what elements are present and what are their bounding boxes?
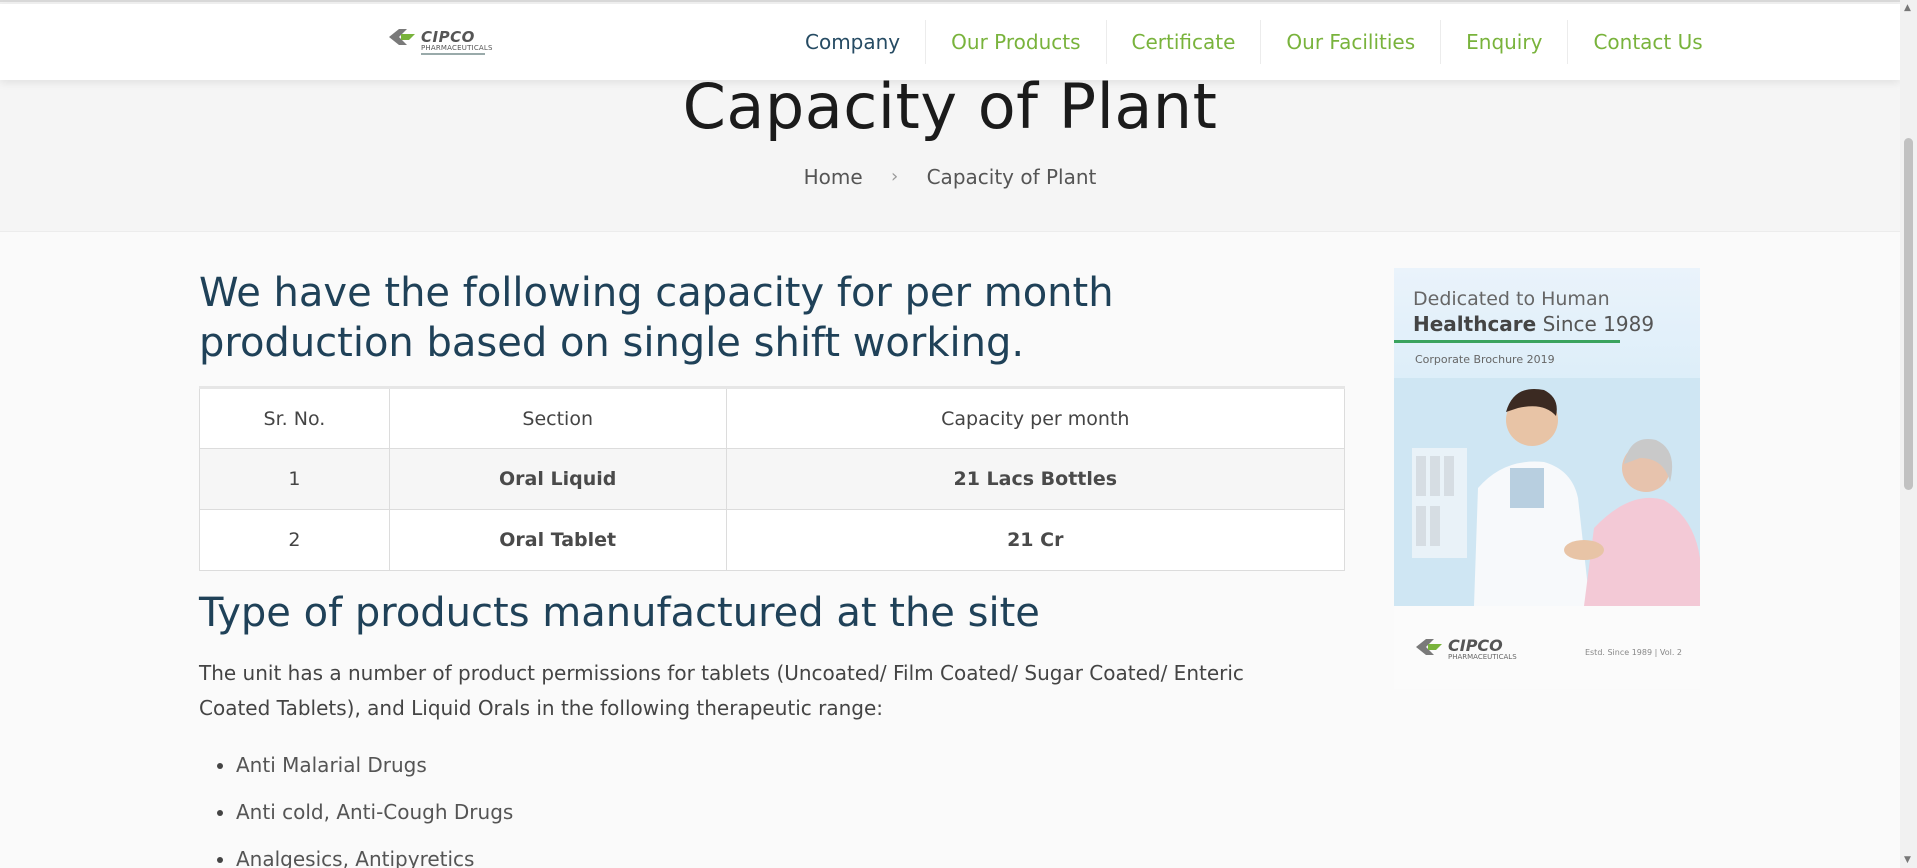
therapeutic-range-list: Anti Malarial Drugs Anti cold, Anti-Coug…	[236, 748, 1136, 868]
products-heading: Type of products manufactured at the sit…	[199, 590, 1040, 636]
brochure-footer: CIPCO PHARMACEUTICALS Estd. Since 1989 |…	[1394, 606, 1700, 689]
column-header-sr-no: Sr. No.	[199, 387, 390, 449]
breadcrumb-separator-icon: ›	[891, 166, 899, 187]
cell-capacity: 21 Cr	[725, 509, 1346, 571]
nav-our-facilities[interactable]: Our Facilities	[1260, 20, 1440, 64]
vertical-scrollbar[interactable]: ▲ ▼	[1900, 0, 1917, 868]
table-row: 2 Oral Tablet 21 Cr	[199, 509, 1346, 571]
cell-sr-no: 1	[199, 448, 390, 510]
brochure-logo: CIPCO PHARMACEUTICALS	[1414, 636, 1517, 662]
cell-sr-no: 2	[199, 509, 390, 571]
breadcrumb-current: Capacity of Plant	[926, 164, 1097, 189]
cipco-logo-icon	[1416, 639, 1442, 655]
brochure-headline-2: Healthcare Since 1989	[1413, 312, 1655, 336]
capacity-table: Sr. No. Section Capacity per month 1 Ora…	[199, 386, 1346, 571]
scrollbar-thumb[interactable]	[1904, 138, 1913, 490]
scroll-up-arrow-icon[interactable]: ▲	[1904, 3, 1911, 13]
brochure-headline-1: Dedicated to Human	[1413, 288, 1610, 310]
site-header: CIPCO PHARMACEUTICALS Company Our Produc…	[0, 4, 1900, 80]
list-item: Analgesics, Antipyretics	[236, 842, 1136, 868]
cell-section: Oral Liquid	[388, 448, 727, 510]
column-header-section: Section	[388, 387, 727, 449]
breadcrumb-home-link[interactable]: Home	[804, 165, 863, 189]
brochure-established: Estd. Since 1989 | Vol. 2	[1584, 648, 1682, 657]
cell-section: Oral Tablet	[388, 509, 727, 571]
capacity-intro-heading: We have the following capacity for per m…	[199, 270, 1114, 366]
brochure-cover: Dedicated to Human Healthcare Since 1989…	[1394, 268, 1700, 606]
breadcrumb: Home › Capacity of Plant	[0, 163, 1900, 189]
page: Capacity of Plant Home › Capacity of Pla…	[0, 0, 1900, 868]
column-header-capacity: Capacity per month	[725, 387, 1346, 449]
brochure-rule	[1394, 340, 1620, 343]
logo-tagline-bar	[421, 53, 485, 55]
brochure-caption: Corporate Brochure 2019	[1415, 353, 1555, 366]
doctor-patient-illustration	[1394, 378, 1700, 606]
nav-contact-us[interactable]: Contact Us	[1567, 20, 1727, 64]
list-item: Anti Malarial Drugs	[236, 748, 1136, 795]
nav-enquiry[interactable]: Enquiry	[1440, 20, 1567, 64]
table-row: 1 Oral Liquid 21 Lacs Bottles	[199, 448, 1346, 510]
nav-certificate[interactable]: Certificate	[1105, 20, 1261, 64]
logo-subtitle: PHARMACEUTICALS	[421, 44, 493, 52]
cipco-logo-icon	[389, 29, 415, 45]
nav-our-products[interactable]: Our Products	[925, 20, 1105, 64]
cell-capacity: 21 Lacs Bottles	[725, 448, 1346, 510]
nav-company[interactable]: Company	[780, 20, 925, 64]
list-item: Anti cold, Anti-Cough Drugs	[236, 795, 1136, 842]
scroll-down-arrow-icon[interactable]: ▼	[1904, 855, 1911, 865]
page-title: Capacity of Plant	[682, 70, 1218, 143]
brochure-logo-subtitle: PHARMACEUTICALS	[1448, 653, 1517, 661]
products-description: The unit has a number of product permiss…	[199, 661, 1244, 720]
site-logo[interactable]: CIPCO PHARMACEUTICALS	[387, 26, 495, 60]
main-nav: Company Our Products Certificate Our Fac…	[780, 4, 1728, 80]
table-header-row: Sr. No. Section Capacity per month	[199, 387, 1346, 449]
corporate-brochure-image[interactable]: Dedicated to Human Healthcare Since 1989…	[1394, 268, 1700, 689]
